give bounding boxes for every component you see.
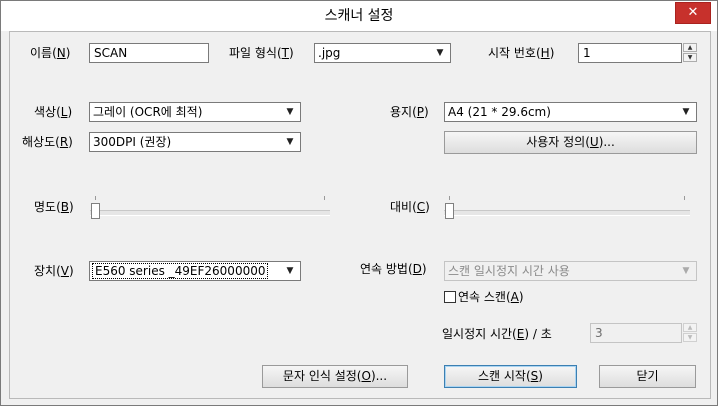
name-label: 이름(N) [30,46,71,60]
slider-tick [449,196,450,200]
spin-down-icon[interactable]: ▼ [683,333,697,342]
scanner-settings-dialog: 스캐너 설정 ✕ 이름(N) SCAN 파일 형식(T) .jpg ▼ 시작 번호… [0,0,718,406]
close-button[interactable]: 닫기 [599,365,696,388]
contrast-slider[interactable] [444,196,690,220]
close-icon: ✕ [687,5,699,20]
file-format-select[interactable]: .jpg ▼ [314,43,451,63]
dialog-body: 이름(N) SCAN 파일 형식(T) .jpg ▼ 시작 번호(H) 1 ▲ ▼… [9,31,711,399]
slider-thumb[interactable] [91,203,100,219]
start-number-input[interactable]: 1 [578,43,682,63]
brightness-slider[interactable] [90,196,330,220]
window-title: 스캐너 설정 [324,8,394,24]
brightness-label: 명도(B) [34,200,74,214]
chevron-down-icon: ▼ [286,266,294,276]
chevron-down-icon: ▼ [286,107,294,117]
color-select[interactable]: 그레이 (OCR에 최적) ▼ [89,102,301,122]
paper-label: 용지(P) [390,105,429,119]
ocr-settings-button[interactable]: 문자 인식 설정(O)... [262,365,408,388]
resolution-label: 해상도(R) [22,135,73,149]
color-label: 색상(L) [34,105,73,119]
spin-up-icon[interactable]: ▲ [683,43,697,52]
slider-track [90,210,330,216]
pause-time-label: 일시정지 시간(E) / 초 [442,327,552,341]
chevron-down-icon: ▼ [682,266,690,276]
slider-tick [684,196,685,200]
continuous-method-select[interactable]: 스캔 일시정지 시간 사용 ▼ [444,261,697,281]
slider-tick [95,196,96,200]
start-scan-button[interactable]: 스캔 시작(S) [444,365,577,388]
device-label: 장치(V) [34,264,74,278]
paper-select[interactable]: A4 (21 * 29.6cm) ▼ [444,102,697,122]
start-number-label: 시작 번호(H) [488,46,555,60]
continuous-method-label: 연속 방법(D) [360,262,427,276]
name-input[interactable]: SCAN [89,43,209,63]
resolution-select[interactable]: 300DPI (권장) ▼ [89,132,301,152]
slider-thumb[interactable] [445,203,454,219]
spin-down-icon[interactable]: ▼ [683,53,697,62]
pause-time-stepper[interactable]: ▲ ▼ [683,323,697,343]
start-number-stepper[interactable]: ▲ ▼ [683,43,697,63]
custom-paper-button[interactable]: 사용자 정의(U)... [444,131,697,154]
continuous-scan-checkbox[interactable] [444,291,456,303]
close-window-button[interactable]: ✕ [675,2,711,24]
pause-time-input[interactable]: 3 [590,323,682,343]
contrast-label: 대비(C) [390,200,430,214]
slider-track [444,210,690,216]
title-bar: 스캐너 설정 ✕ [1,1,717,31]
slider-tick [324,196,325,200]
chevron-down-icon: ▼ [286,137,294,147]
chevron-down-icon: ▼ [682,107,690,117]
device-select[interactable]: E560 series _49EF26000000 ▼ [89,261,301,281]
continuous-scan-label[interactable]: 연속 스캔(A) [458,287,524,307]
spin-up-icon[interactable]: ▲ [683,323,697,332]
chevron-down-icon: ▼ [436,48,444,58]
file-format-label: 파일 형식(T) [229,46,294,60]
